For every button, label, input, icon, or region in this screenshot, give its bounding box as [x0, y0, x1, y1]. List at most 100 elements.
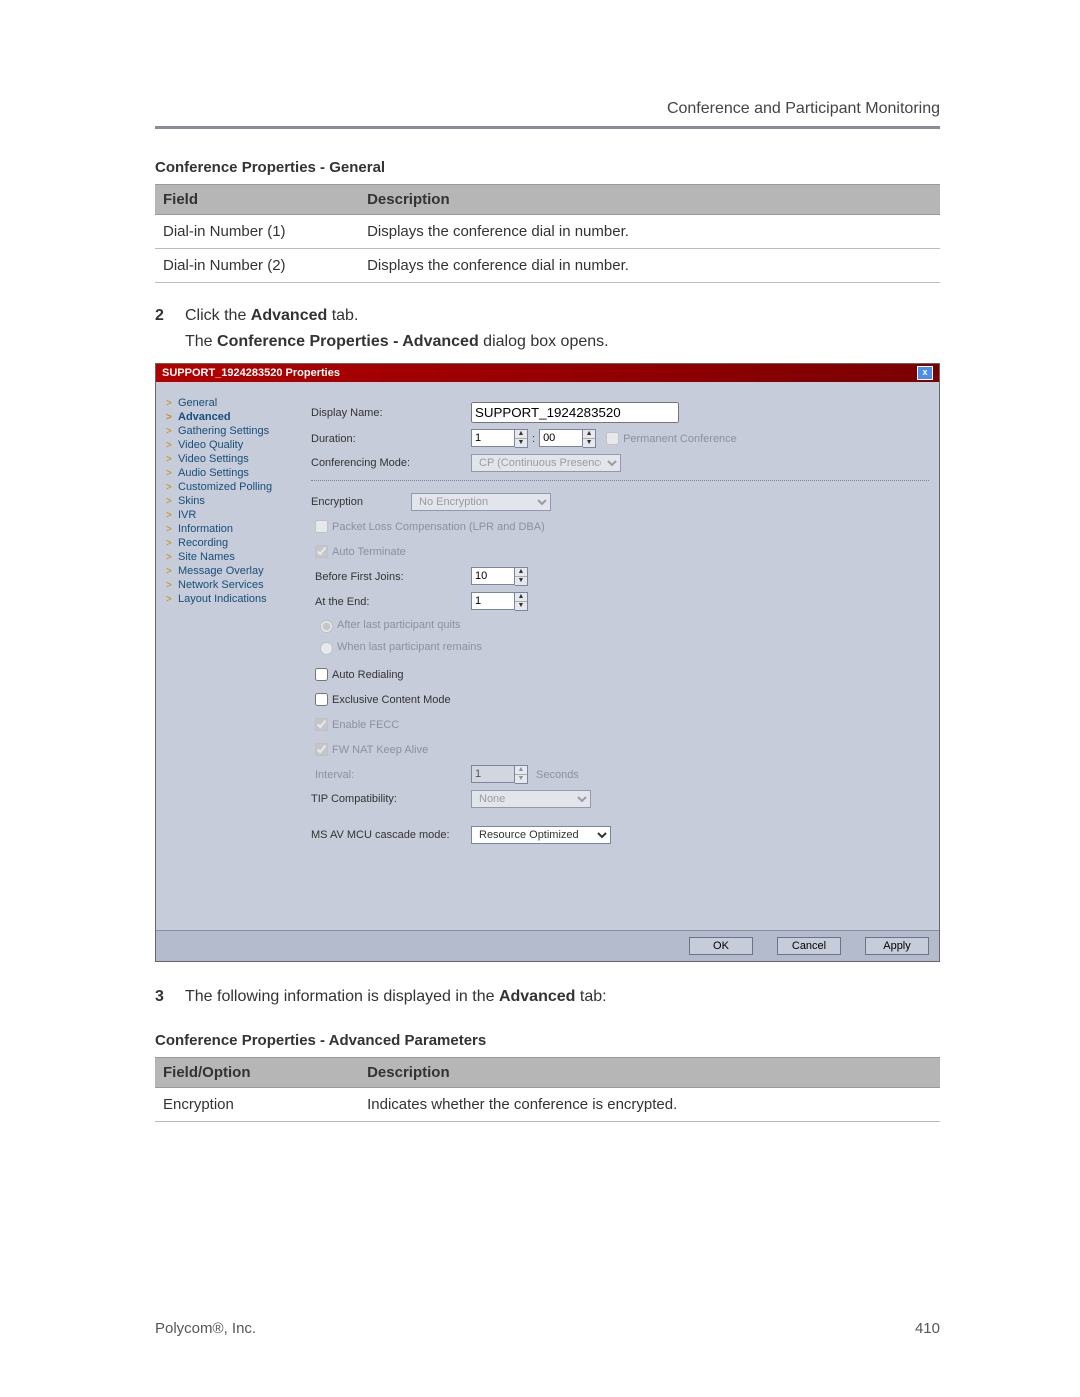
auto-terminate-checkbox [315, 545, 328, 558]
label-display-name: Display Name: [311, 407, 471, 419]
table2-title: Conference Properties - Advanced Paramet… [155, 1032, 940, 1049]
sidebar-item-label: Message Overlay [178, 565, 264, 577]
label-tip: TIP Compatibility: [311, 793, 471, 805]
table-row: Dial-in Number (2) Displays the conferen… [155, 249, 940, 283]
sidebar-item-label: Audio Settings [178, 467, 249, 479]
label-auto-term: Auto Terminate [332, 546, 406, 558]
sidebar-item-ivr[interactable]: >IVR [166, 508, 301, 522]
sidebar-item-video-settings[interactable]: >Video Settings [166, 452, 301, 466]
chevron-right-icon: > [166, 580, 174, 591]
chevron-right-icon: > [166, 510, 174, 521]
spin-down-icon: ▼ [515, 775, 527, 783]
footer-left: Polycom®, Inc. [155, 1320, 256, 1337]
spin-up-icon[interactable]: ▲ [583, 430, 595, 439]
fw-nat-checkbox [315, 743, 328, 756]
duration-hours-stepper[interactable]: ▲▼ [471, 429, 528, 448]
sidebar-item-general[interactable]: > General [166, 396, 301, 410]
sidebar-item-audio-settings[interactable]: > Audio Settings [166, 466, 301, 480]
sidebar-item-recording[interactable]: >Recording [166, 536, 301, 550]
sidebar-item-network-services[interactable]: > Network Services [166, 578, 301, 592]
chevron-right-icon: > [166, 552, 174, 563]
table2-col-desc: Description [359, 1058, 940, 1088]
spin-down-icon[interactable]: ▼ [515, 577, 527, 585]
display-name-input[interactable] [471, 402, 679, 423]
chevron-right-icon: > [166, 468, 174, 479]
permanent-conference-checkbox [606, 432, 619, 445]
chevron-right-icon: > [166, 454, 174, 465]
label-ms-av: MS AV MCU cascade mode: [311, 829, 471, 841]
sidebar-item-label: Layout Indications [178, 593, 267, 605]
header-rule [155, 126, 940, 129]
duration-minutes-stepper[interactable]: ▲▼ [539, 429, 596, 448]
close-icon[interactable]: x [917, 366, 933, 380]
dialog-titlebar: SUPPORT_1924283520 Properties x [156, 364, 939, 382]
ok-button[interactable]: OK [689, 937, 753, 955]
exclusive-content-checkbox[interactable] [315, 693, 328, 706]
sidebar-item-video-quality[interactable]: > Video Quality [166, 438, 301, 452]
label-at-end: At the End: [315, 596, 471, 608]
spin-up-icon[interactable]: ▲ [515, 568, 527, 577]
chevron-right-icon: > [166, 566, 174, 577]
label-conf-mode: Conferencing Mode: [311, 457, 471, 469]
step-3: 3 The following information is displayed… [155, 988, 940, 1006]
sidebar-item-site-names[interactable]: >Site Names [166, 550, 301, 564]
sidebar-item-gathering-settings[interactable]: > Gathering Settings [166, 424, 301, 438]
auto-redialing-checkbox[interactable] [315, 668, 328, 681]
spin-down-icon[interactable]: ▼ [583, 439, 595, 447]
plc-checkbox [315, 520, 328, 533]
table1-title: Conference Properties - General [155, 159, 940, 176]
label-duration: Duration: [311, 433, 471, 445]
spin-up-icon: ▲ [515, 766, 527, 775]
table1-col-field: Field [155, 185, 359, 215]
dialog-button-bar: OK Cancel Apply [156, 930, 939, 961]
sidebar-item-label: Customized Polling [178, 481, 272, 493]
spin-up-icon[interactable]: ▲ [515, 430, 527, 439]
after-last-quits-radio [320, 620, 333, 633]
sidebar-item-label: Advanced [178, 411, 231, 423]
apply-button[interactable]: Apply [865, 937, 929, 955]
table1-col-desc: Description [359, 185, 940, 215]
sidebar-item-advanced[interactable]: >Advanced [166, 410, 301, 424]
before-first-stepper[interactable]: ▲▼ [471, 567, 528, 586]
chevron-right-icon: > [166, 538, 174, 549]
table-general: Field Description Dial-in Number (1) Dis… [155, 184, 940, 283]
chevron-right-icon: > [166, 440, 174, 451]
sidebar-item-skins[interactable]: >Skins [166, 494, 301, 508]
label-interval: Interval: [315, 769, 471, 781]
sidebar-item-label: General [178, 397, 217, 409]
sidebar-item-label: Video Quality [178, 439, 243, 451]
step-2: 2 Click the Advanced tab. [155, 307, 940, 325]
sidebar-item-label: Gathering Settings [178, 425, 269, 437]
sidebar-item-information[interactable]: >Information [166, 522, 301, 536]
dialog-form: Display Name: Duration: ▲▼ : ▲▼ Per [311, 396, 929, 920]
page-header-right: Conference and Participant Monitoring [155, 100, 940, 118]
table-row: Encryption Indicates whether the confere… [155, 1088, 940, 1122]
sidebar-item-label: Skins [178, 495, 205, 507]
interval-stepper: ▲▼ [471, 765, 528, 784]
table-row: Dial-in Number (1) Displays the conferen… [155, 215, 940, 249]
chevron-right-icon: > [166, 594, 174, 605]
chevron-right-icon: > [166, 426, 174, 437]
when-last-remains-radio [320, 642, 333, 655]
sidebar-item-customized-polling[interactable]: >Customized Polling [166, 480, 301, 494]
at-end-stepper[interactable]: ▲▼ [471, 592, 528, 611]
sidebar-item-layout-indications[interactable]: > Layout Indications [166, 592, 301, 606]
label-plc: Packet Loss Compensation (LPR and DBA) [332, 521, 545, 533]
sidebar-item-message-overlay[interactable]: > Message Overlay [166, 564, 301, 578]
step-2-line2: The Conference Properties - Advanced dia… [185, 333, 940, 351]
tip-compatibility-select: None [471, 790, 591, 808]
table2-col-field: Field/Option [155, 1058, 359, 1088]
spin-down-icon[interactable]: ▼ [515, 602, 527, 610]
label-encryption: Encryption [311, 496, 411, 508]
spin-up-icon[interactable]: ▲ [515, 593, 527, 602]
chevron-right-icon: > [166, 398, 174, 409]
dialog-sidebar: >General>Advanced>Gathering Settings>Vid… [166, 396, 301, 920]
chevron-right-icon: > [166, 524, 174, 535]
spin-down-icon[interactable]: ▼ [515, 439, 527, 447]
ms-av-mcu-select[interactable]: Resource Optimized [471, 826, 611, 844]
encryption-select: No Encryption [411, 493, 551, 511]
sidebar-item-label: Network Services [178, 579, 264, 591]
enable-fecc-checkbox [315, 718, 328, 731]
label-before-first: Before First Joins: [315, 571, 471, 583]
cancel-button[interactable]: Cancel [777, 937, 841, 955]
